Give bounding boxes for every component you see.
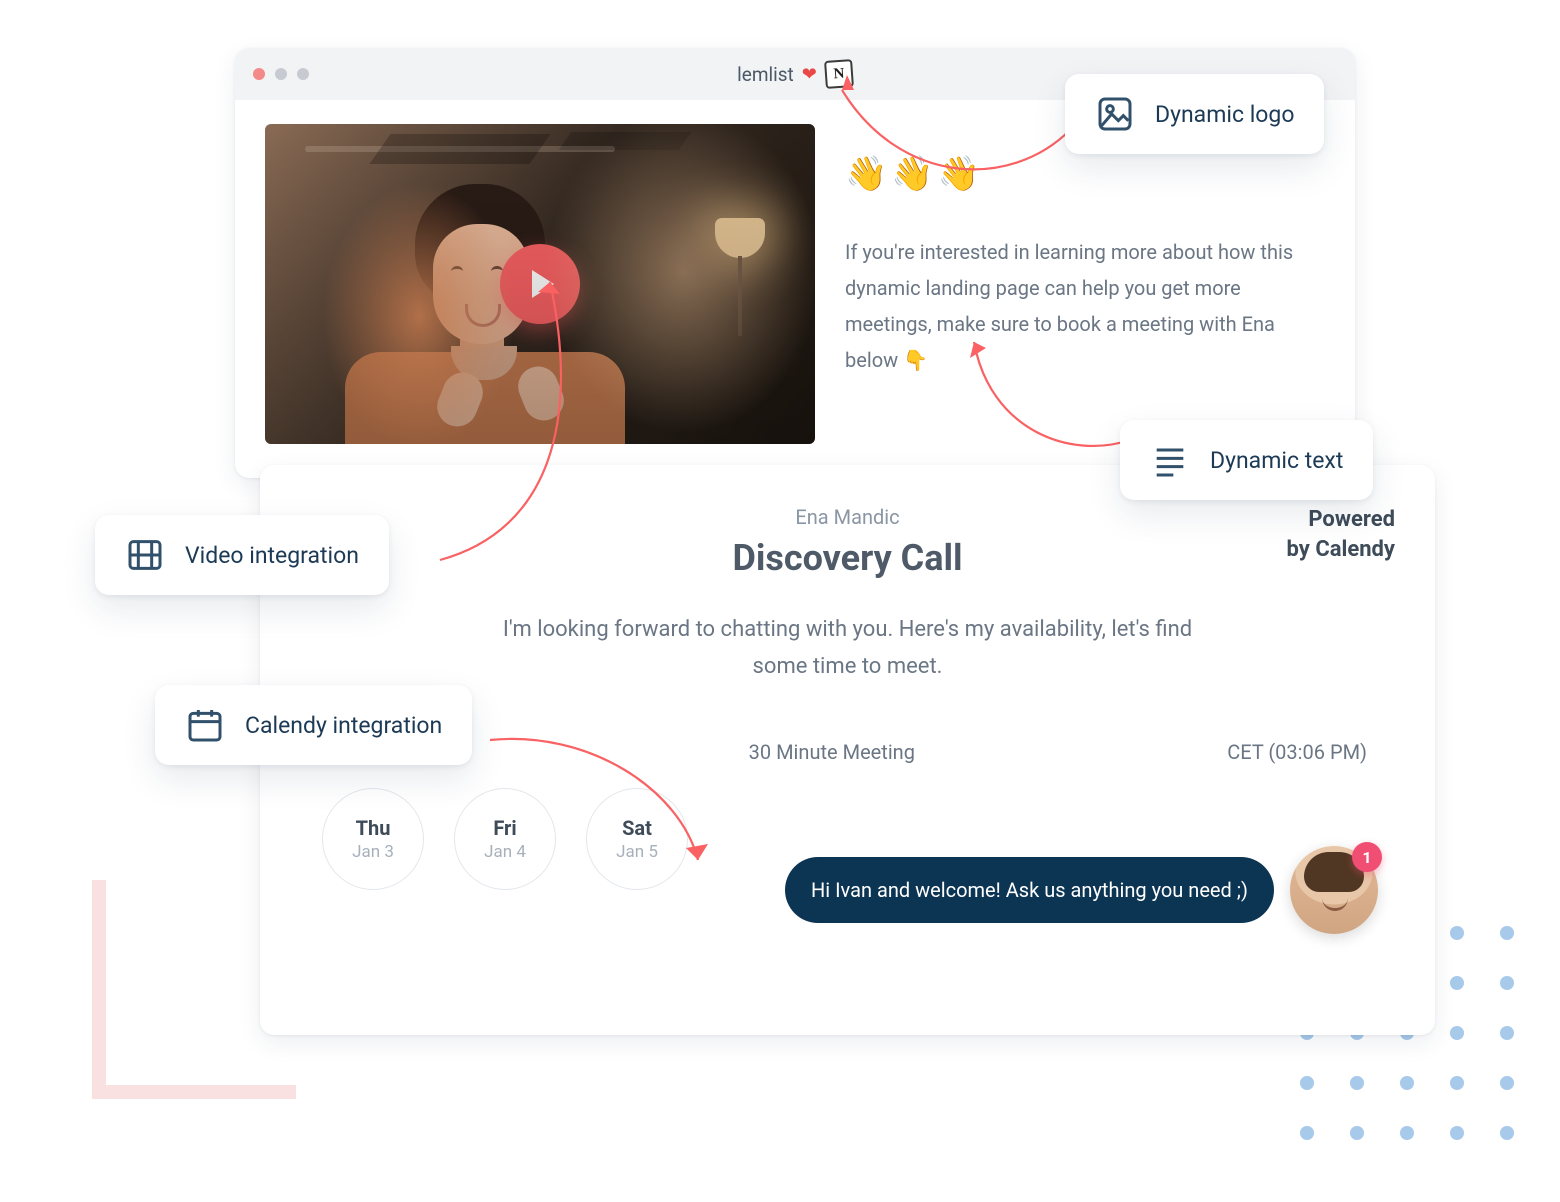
window-minimize-dot[interactable] xyxy=(275,68,287,80)
calendar-icon xyxy=(185,705,225,745)
window-zoom-dot[interactable] xyxy=(297,68,309,80)
day-option[interactable]: Thu Jan 3 xyxy=(322,788,424,890)
powered-by: Powered by Calendy xyxy=(1287,505,1395,564)
day-dow: Fri xyxy=(493,816,516,840)
callout-video-integration: Video integration xyxy=(95,515,389,595)
title-text: lemlist xyxy=(737,63,794,86)
callout-label: Dynamic text xyxy=(1210,447,1343,474)
window-close-dot[interactable] xyxy=(253,68,265,80)
hero-paragraph: If you're interested in learning more ab… xyxy=(845,234,1325,378)
day-option[interactable]: Fri Jan 4 xyxy=(454,788,556,890)
chat-avatar-wrap[interactable]: 1 xyxy=(1290,846,1378,934)
wave-emoji-row: 👋👋👋 xyxy=(845,154,1325,194)
callout-label: Video integration xyxy=(185,542,359,569)
notion-logo-icon: N xyxy=(824,59,854,89)
film-icon xyxy=(125,535,165,575)
calendly-owner: Ena Mandic xyxy=(300,505,1395,529)
calendly-subtext: I'm looking forward to chatting with you… xyxy=(488,611,1208,686)
point-down-icon: 👇 xyxy=(903,348,928,372)
calendly-title: Discovery Call xyxy=(300,537,1395,579)
day-date: Jan 5 xyxy=(616,842,658,862)
chat-bubble[interactable]: Hi Ivan and welcome! Ask us anything you… xyxy=(785,857,1274,923)
chat-widget[interactable]: Hi Ivan and welcome! Ask us anything you… xyxy=(785,846,1378,934)
meeting-duration: 30 Minute Meeting xyxy=(749,740,915,764)
image-icon xyxy=(1095,94,1135,134)
callout-calendy-integration: Calendy integration xyxy=(155,685,472,765)
window-traffic-lights xyxy=(253,68,309,80)
day-date: Jan 3 xyxy=(352,842,394,862)
text-lines-icon xyxy=(1150,440,1190,480)
callout-label: Calendy integration xyxy=(245,712,442,739)
callout-dynamic-logo: Dynamic logo xyxy=(1065,74,1324,154)
calendly-head: Ena Mandic Discovery Call xyxy=(300,505,1395,579)
heart-icon: ❤ xyxy=(802,64,817,85)
callout-dynamic-text: Dynamic text xyxy=(1120,420,1373,500)
day-option[interactable]: Sat Jan 5 xyxy=(586,788,688,890)
powered-line-2: by Calendy xyxy=(1287,537,1395,562)
hero-copy: 👋👋👋 If you're interested in learning mor… xyxy=(845,124,1325,444)
timezone-label: CET (03:06 PM) xyxy=(1227,740,1367,764)
powered-line-1: Powered xyxy=(1308,507,1395,532)
play-button-icon[interactable] xyxy=(500,244,580,324)
day-dow: Sat xyxy=(622,816,652,840)
callout-label: Dynamic logo xyxy=(1155,101,1294,128)
video-thumbnail[interactable] xyxy=(265,124,815,444)
unread-badge: 1 xyxy=(1352,842,1382,872)
day-date: Jan 4 xyxy=(484,842,526,862)
day-dow: Thu xyxy=(356,816,391,840)
